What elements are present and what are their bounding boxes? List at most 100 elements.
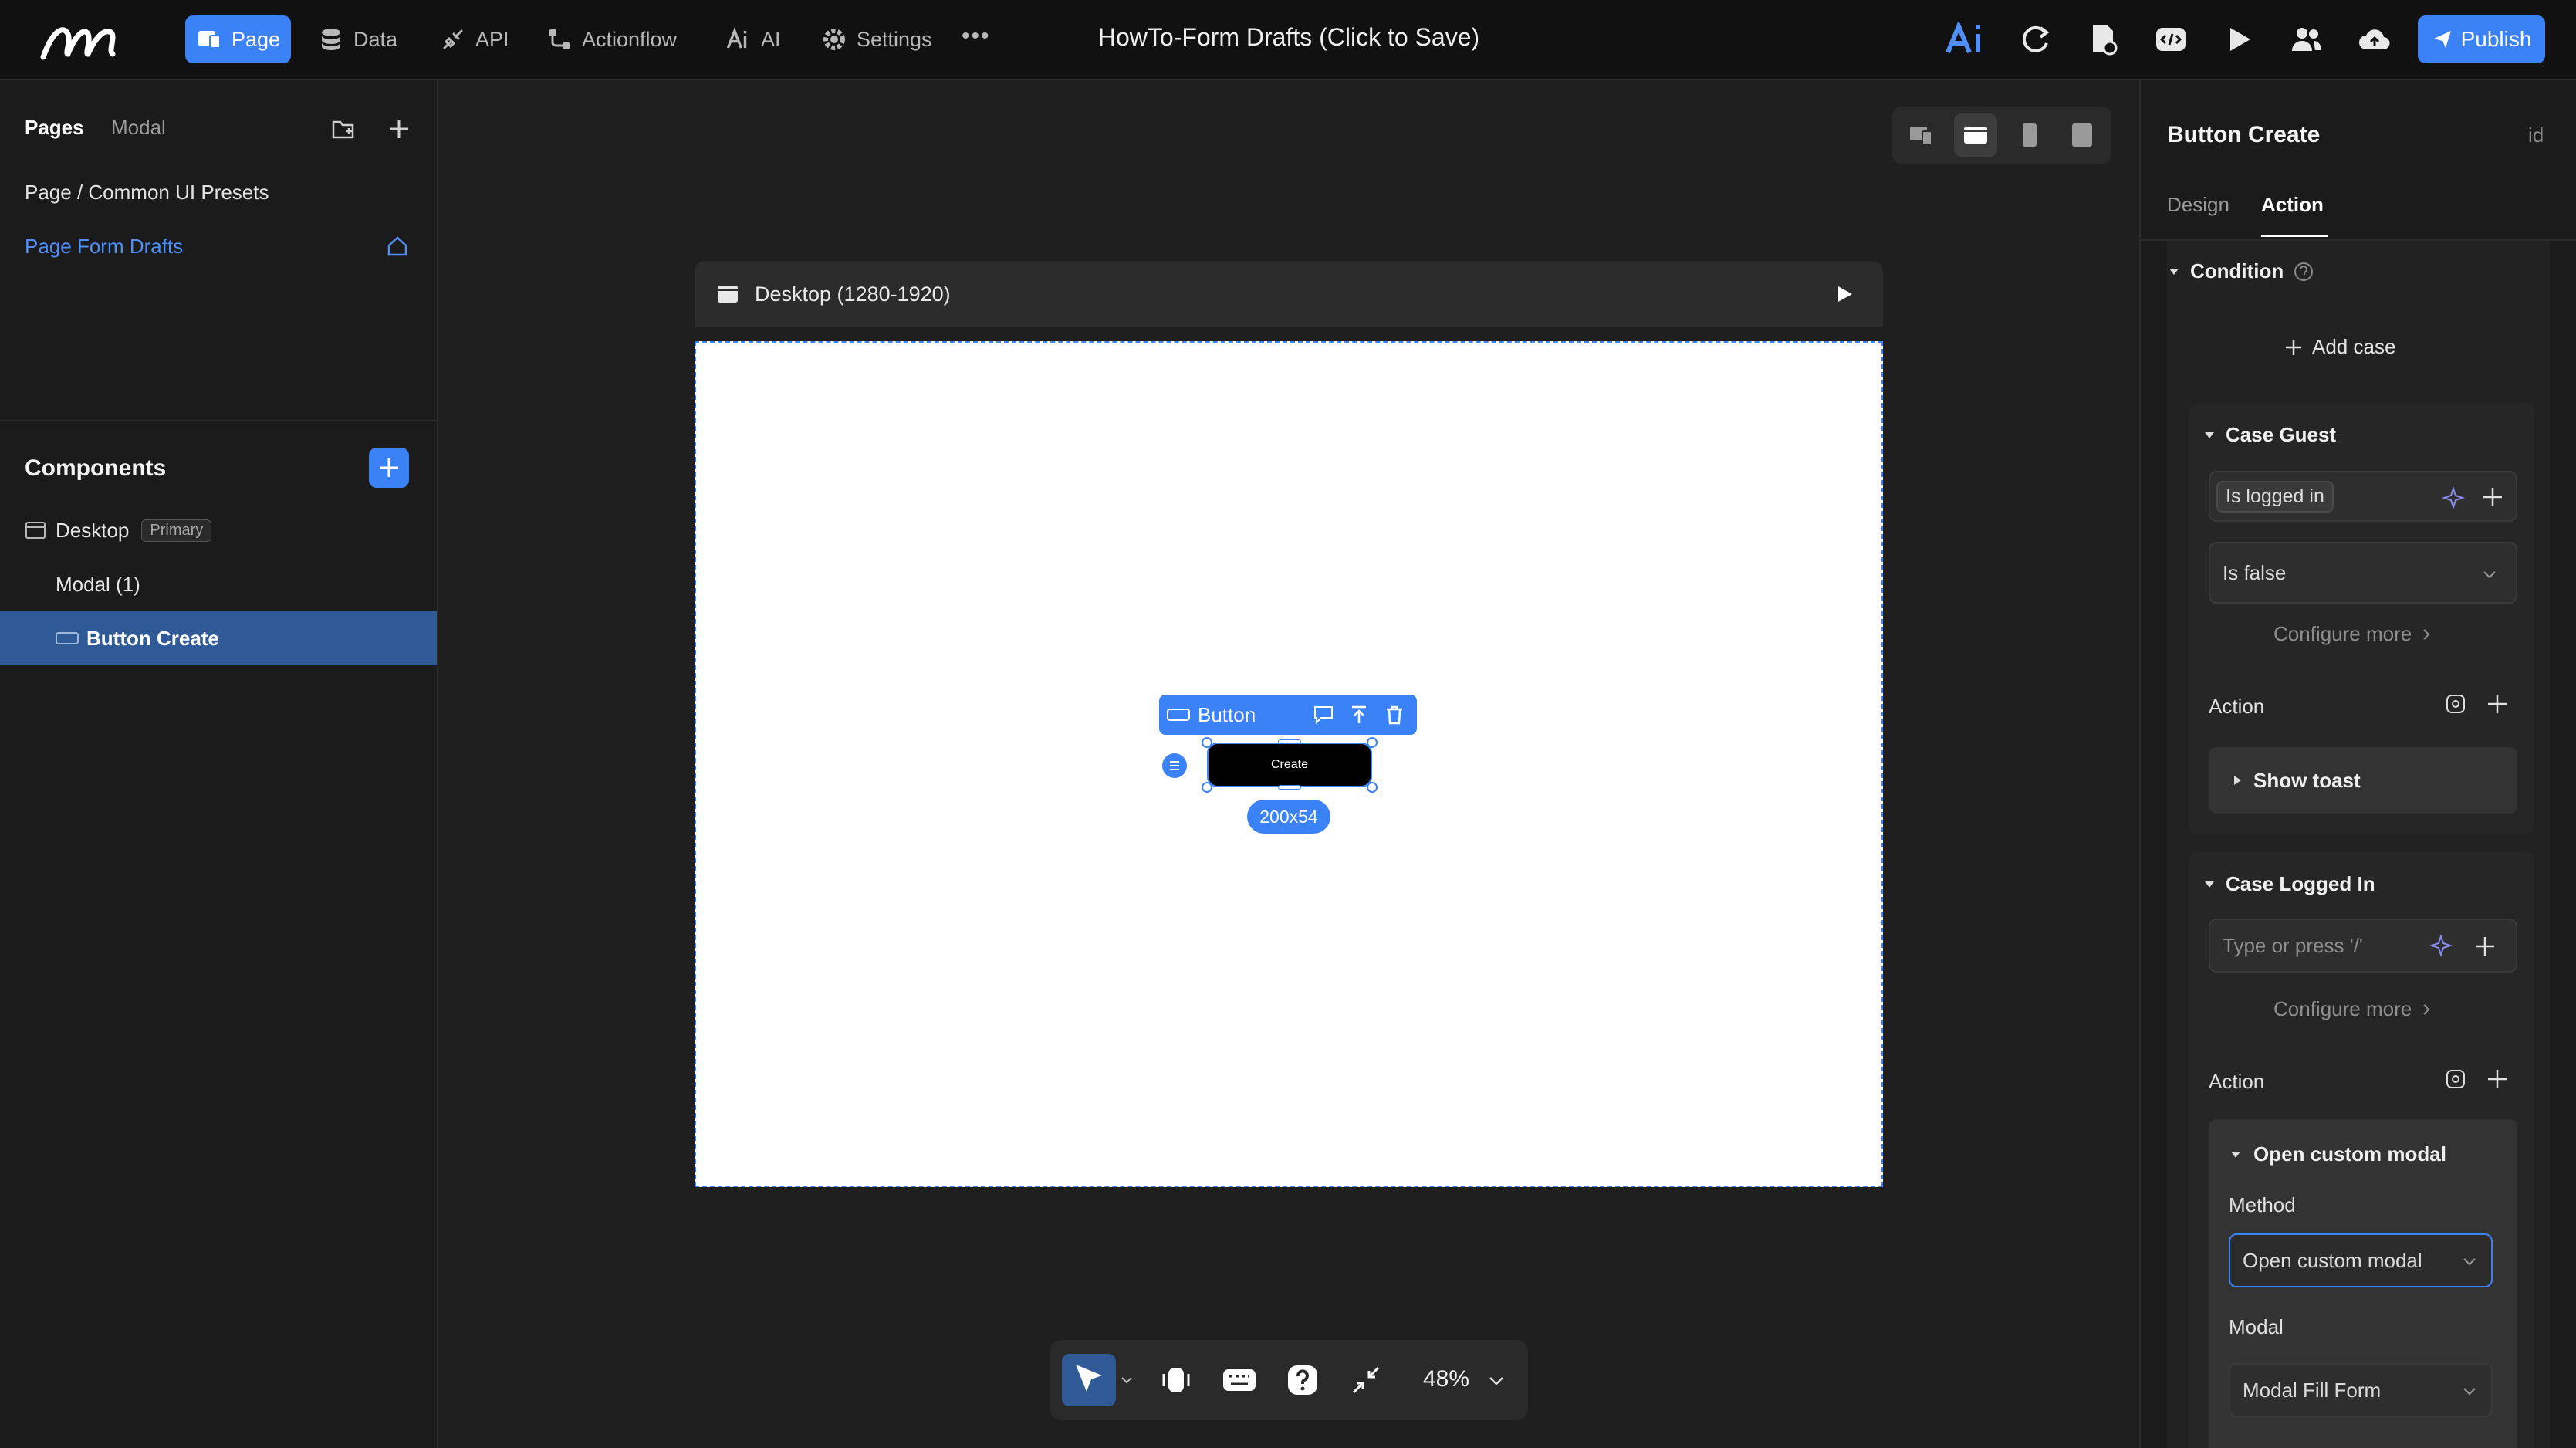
- page-item[interactable]: Page / Common UI Presets: [25, 181, 269, 205]
- condition-header[interactable]: Condition: [2167, 259, 2314, 283]
- resize-handle[interactable]: [1367, 737, 1378, 748]
- right-panel: Button Create id Design Action Condition…: [2139, 80, 2576, 1448]
- chevron-down-icon[interactable]: [1119, 1372, 1134, 1388]
- operator-select[interactable]: Is false: [2209, 542, 2517, 604]
- nav-page[interactable]: Page: [185, 15, 292, 63]
- resize-handle-bottom[interactable]: [1278, 785, 1301, 790]
- device-mobile[interactable]: [2008, 113, 2051, 157]
- selection-toolbar[interactable]: Button: [1159, 695, 1417, 735]
- keyboard-icon[interactable]: [1221, 1363, 1258, 1397]
- move-up-icon[interactable]: [1347, 703, 1371, 726]
- cloud-upload-icon[interactable]: [2357, 22, 2392, 57]
- add-page-icon[interactable]: [386, 116, 412, 142]
- resize-handle-top[interactable]: [1278, 739, 1301, 744]
- selection-label: Button: [1198, 702, 1256, 726]
- plus-icon[interactable]: [2480, 485, 2505, 509]
- desktop-frame-icon: [718, 286, 738, 303]
- condition-expression-field[interactable]: Is logged in: [2209, 471, 2517, 522]
- collapse-icon[interactable]: [1349, 1363, 1383, 1397]
- action-item-open-modal: Open custom modal Method Open custom mod…: [2209, 1119, 2517, 1448]
- drag-handle[interactable]: [1162, 753, 1187, 778]
- operator-value: Is false: [2223, 560, 2287, 584]
- device-tablet[interactable]: [2060, 113, 2104, 157]
- sparkle-icon[interactable]: [2442, 486, 2465, 509]
- help-circle-icon[interactable]: [2293, 261, 2314, 282]
- tree-item-modal[interactable]: Modal (1): [0, 557, 437, 611]
- ai-assistant-icon[interactable]: [1945, 22, 1991, 57]
- id-label[interactable]: id: [2528, 123, 2544, 147]
- nav-ai[interactable]: AI: [715, 15, 792, 63]
- case-title: Case Logged In: [2226, 872, 2375, 895]
- add-case-button[interactable]: Add case: [2283, 335, 2395, 359]
- refresh-icon[interactable]: [2017, 22, 2053, 57]
- hand-tool-icon[interactable]: [1159, 1363, 1193, 1397]
- action-item-show-toast[interactable]: Show toast: [2209, 747, 2517, 814]
- left-panel: Pages Modal Page / Common UI Presets Pag…: [0, 80, 438, 1448]
- device-all[interactable]: [1900, 113, 1943, 157]
- nav-data[interactable]: Data: [307, 15, 408, 63]
- tab-design[interactable]: Design: [2167, 193, 2229, 217]
- create-button-preview[interactable]: Create: [1207, 743, 1372, 787]
- home-icon[interactable]: [386, 235, 409, 258]
- app-logo[interactable]: [37, 15, 122, 63]
- zoom-level[interactable]: 48%: [1423, 1366, 1469, 1392]
- ai-action-icon[interactable]: [2443, 1067, 2468, 1091]
- modal-select[interactable]: Modal Fill Form: [2229, 1363, 2493, 1417]
- tree-item-button-create[interactable]: Button Create: [0, 611, 437, 665]
- resize-handle[interactable]: [1367, 782, 1378, 793]
- configure-more-link[interactable]: Configure more: [2273, 622, 2433, 646]
- tree-label: Button Create: [86, 626, 219, 650]
- chevron-right-icon: [2423, 628, 2430, 640]
- add-action-icon[interactable]: [2485, 692, 2510, 716]
- ai-action-icon[interactable]: [2443, 692, 2468, 716]
- file-settings-icon[interactable]: [2085, 22, 2121, 57]
- play-icon[interactable]: [2221, 22, 2257, 57]
- more-menu-icon[interactable]: •••: [962, 23, 991, 49]
- publish-label: Publish: [2460, 27, 2532, 51]
- send-icon: [2433, 31, 2451, 48]
- tab-action[interactable]: Action: [2261, 193, 2324, 217]
- device-desktop[interactable]: [1954, 113, 1997, 157]
- tab-modal[interactable]: Modal: [111, 116, 166, 140]
- case-guest-header[interactable]: Case Guest: [2202, 423, 2336, 447]
- users-icon[interactable]: [2289, 22, 2324, 57]
- condition-expression-field[interactable]: Type or press '/': [2209, 919, 2517, 973]
- add-folder-icon[interactable]: [330, 116, 357, 142]
- sparkle-icon[interactable]: [2429, 934, 2453, 957]
- method-select[interactable]: Open custom modal: [2229, 1233, 2493, 1287]
- plus-icon: [380, 458, 398, 477]
- code-icon[interactable]: [2153, 22, 2189, 57]
- resize-handle[interactable]: [1202, 737, 1212, 748]
- action-item-header[interactable]: Open custom modal: [2229, 1142, 2446, 1166]
- document-title[interactable]: HowTo-Form Drafts (Click to Save): [988, 23, 1590, 52]
- caret-down-icon: [2169, 268, 2179, 275]
- plus-icon[interactable]: [2473, 934, 2497, 959]
- comment-icon[interactable]: [1312, 703, 1335, 726]
- gear-icon: [823, 29, 845, 50]
- resize-handle[interactable]: [1202, 782, 1212, 793]
- device-switcher: [1892, 107, 2111, 164]
- select-tool-button[interactable]: [1062, 1354, 1116, 1406]
- case-logged-header[interactable]: Case Logged In: [2202, 872, 2375, 896]
- frame-header[interactable]: Desktop (1280-1920): [695, 261, 1883, 327]
- trash-icon[interactable]: [1383, 703, 1406, 726]
- page-item-active[interactable]: Page Form Drafts: [25, 235, 183, 259]
- tree-item-desktop[interactable]: Desktop Primary: [0, 503, 437, 557]
- add-component-button[interactable]: [369, 448, 409, 488]
- nav-settings[interactable]: Settings: [810, 15, 943, 63]
- nav-actionflow[interactable]: Actionflow: [536, 15, 688, 63]
- active-tab-indicator: [2261, 235, 2328, 237]
- preview-play-icon[interactable]: [1834, 283, 1855, 305]
- configure-more-link[interactable]: Configure more: [2273, 997, 2433, 1021]
- publish-button[interactable]: Publish: [2418, 15, 2545, 63]
- add-action-icon[interactable]: [2485, 1067, 2510, 1091]
- nav-label: Page: [232, 27, 281, 51]
- condition-chip[interactable]: Is logged in: [2216, 480, 2334, 513]
- chevron-down-icon[interactable]: [1486, 1371, 1506, 1391]
- case-title: Case Guest: [2226, 423, 2337, 446]
- page-icon: [198, 31, 221, 49]
- nav-api[interactable]: API: [429, 15, 520, 63]
- help-icon[interactable]: [1286, 1363, 1320, 1397]
- chevron-right-icon: [2423, 1003, 2430, 1015]
- tab-pages[interactable]: Pages: [25, 116, 84, 140]
